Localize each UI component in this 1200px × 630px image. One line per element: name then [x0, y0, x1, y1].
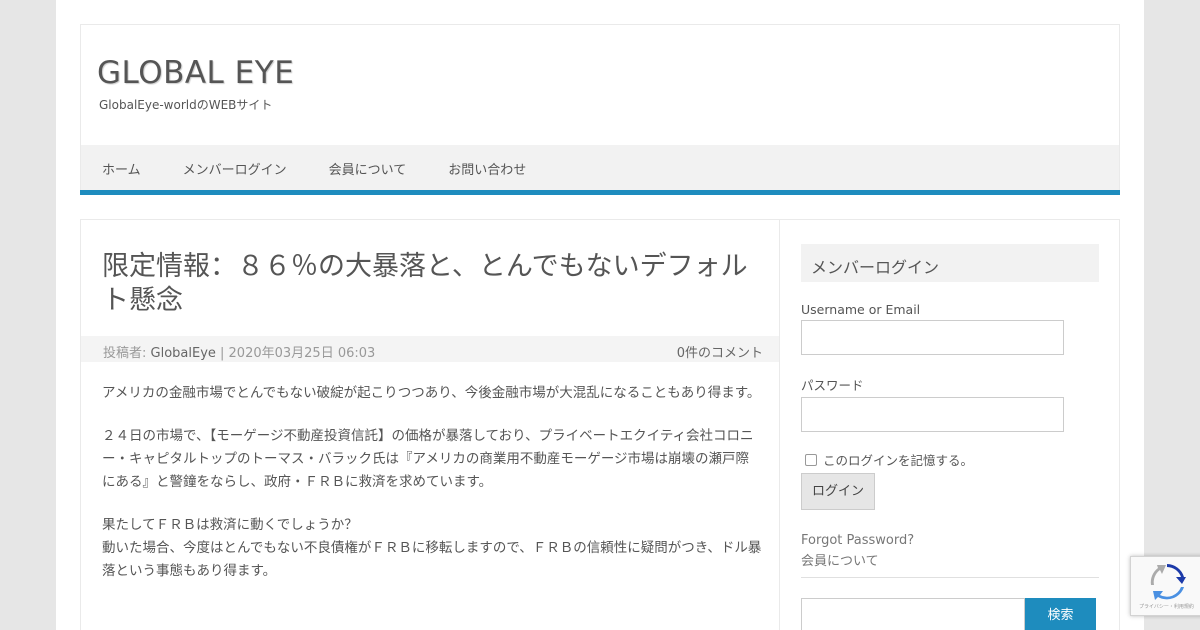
site-header: GLOBAL EYE GlobalEye-worldのWEBサイト	[80, 24, 1120, 145]
post-body: アメリカの金融市場でとんでもない破綻が起こりつつあり、今後金融市場が大混乱になる…	[102, 382, 762, 603]
search-form: 検索	[801, 598, 1099, 630]
nav-accent-line	[80, 190, 1120, 195]
sidebar: メンバーログイン Username or Email パスワード このログインを…	[801, 244, 1099, 630]
main-nav: ホーム メンバーログイン 会員について お問い合わせ	[80, 145, 1120, 191]
post-author-link[interactable]: GlobalEye	[151, 346, 216, 361]
search-button[interactable]: 検索	[1025, 598, 1096, 630]
post-paragraph: 果たしてＦＲＢは救済に動くでしょうか？ 動いた場合、今度はとんでもない不良債権が…	[102, 517, 762, 579]
main-column: 限定情報：８６％の大暴落と、とんでもないデフォルト懸念 投稿者: GlobalE…	[81, 220, 780, 630]
site-title[interactable]: GLOBAL EYE	[97, 55, 294, 91]
post-meta-left: 投稿者: GlobalEye | 2020年03月25日 06:03	[103, 342, 375, 361]
nav-item-member-login[interactable]: メンバーログイン	[162, 159, 308, 178]
nav-item-about-members[interactable]: 会員について	[308, 159, 428, 178]
post-paragraph: ２４日の市場で、【モーゲージ不動産投資信託】の価格が暴落しており、プライベートエ…	[102, 428, 754, 490]
divider	[801, 577, 1099, 578]
login-widget-title: メンバーログイン	[801, 244, 1099, 282]
nav-item-contact[interactable]: お問い合わせ	[427, 159, 547, 178]
post-date: | 2020年03月25日 06:03	[215, 346, 376, 361]
nav-item-home[interactable]: ホーム	[81, 159, 162, 178]
recaptcha-icon	[1150, 564, 1186, 600]
page-container: GLOBAL EYE GlobalEye-worldのWEBサイト ホーム メン…	[56, 0, 1144, 630]
post-title: 限定情報：８６％の大暴落と、とんでもないデフォルト懸念	[102, 251, 748, 316]
login-button[interactable]: ログイン	[801, 473, 875, 510]
search-input[interactable]	[801, 598, 1025, 630]
post-meta: 投稿者: GlobalEye | 2020年03月25日 06:03 0件のコメ…	[81, 336, 779, 362]
recaptcha-badge[interactable]: プライバシー・利用規約	[1130, 556, 1200, 616]
remember-row: このログインを記憶する。	[801, 450, 1099, 469]
site-description: GlobalEye-worldのWEBサイト	[99, 98, 273, 112]
content-area: 限定情報：８６％の大暴落と、とんでもないデフォルト懸念 投稿者: GlobalE…	[80, 219, 1120, 630]
meta-prefix: 投稿者:	[103, 346, 151, 361]
remember-checkbox[interactable]	[805, 453, 817, 466]
remember-label: このログインを記憶する。	[823, 453, 974, 468]
password-input[interactable]	[801, 397, 1064, 432]
comments-link[interactable]: 0件のコメント	[677, 342, 763, 361]
login-links: Forgot Password? 会員について	[801, 530, 1099, 578]
post-paragraph: アメリカの金融市場でとんでもない破綻が起こりつつあり、今後金融市場が大混乱になる…	[102, 385, 761, 401]
about-members-link[interactable]: 会員について	[801, 551, 1099, 572]
forgot-password-link[interactable]: Forgot Password?	[801, 530, 1099, 551]
password-label: パスワード	[801, 378, 864, 393]
username-input[interactable]	[801, 320, 1064, 355]
username-label: Username or Email	[801, 302, 921, 317]
recaptcha-text: プライバシー・利用規約	[1139, 604, 1194, 610]
